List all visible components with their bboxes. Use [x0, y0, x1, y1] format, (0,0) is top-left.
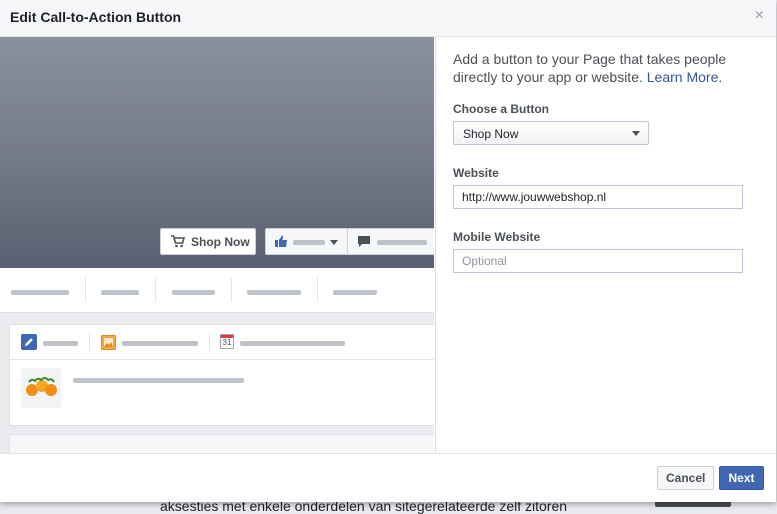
composer-tab-divider	[89, 333, 90, 351]
preview-cta-label: Shop Now	[191, 235, 250, 249]
mobile-website-label: Mobile Website	[453, 230, 541, 244]
button-type-value: Shop Now	[463, 127, 519, 141]
cta-form: Add a button to your Page that takes peo…	[435, 37, 776, 453]
composer-text-placeholder	[73, 378, 244, 383]
composer-tab-placeholder	[43, 341, 78, 346]
photo-icon	[101, 335, 116, 350]
pencil-icon	[21, 334, 37, 350]
message-label-placeholder	[377, 240, 427, 245]
mobile-website-input[interactable]	[453, 249, 743, 273]
page-preview: Shop Now 31	[0, 37, 434, 453]
composer-tab-placeholder	[240, 341, 345, 346]
next-card	[9, 434, 434, 453]
preview-shop-now-button: Shop Now	[160, 228, 256, 255]
like-divider	[347, 229, 348, 254]
nav-tab-placeholder	[172, 290, 215, 295]
page-nav-tabs	[0, 268, 434, 313]
calendar-day: 31	[222, 338, 232, 347]
button-type-select[interactable]: Shop Now	[453, 121, 649, 145]
select-caret-icon	[632, 131, 640, 136]
page-avatar-icon	[21, 368, 61, 408]
dialog-title: Edit Call-to-Action Button	[10, 9, 182, 25]
chevron-down-icon	[330, 240, 338, 245]
message-icon	[358, 236, 370, 247]
next-button[interactable]: Next	[719, 466, 764, 490]
nav-tab-placeholder	[101, 290, 139, 295]
website-label: Website	[453, 166, 499, 180]
cart-icon	[171, 235, 185, 248]
nav-divider	[231, 278, 232, 302]
nav-tab-placeholder	[11, 290, 69, 295]
composer-tab-placeholder	[122, 341, 198, 346]
like-label-placeholder	[293, 240, 325, 245]
nav-divider	[85, 278, 86, 302]
learn-more-link[interactable]: Learn More.	[647, 69, 722, 85]
post-composer: 31	[9, 324, 434, 426]
cta-dialog: Edit Call-to-Action Button × Shop Now 31…	[0, 0, 776, 502]
cancel-button[interactable]: Cancel	[657, 466, 714, 490]
nav-tab-placeholder	[247, 290, 301, 295]
composer-tabs: 31	[10, 325, 434, 360]
thumbs-up-icon	[275, 235, 287, 247]
nav-divider	[155, 278, 156, 302]
close-icon[interactable]: ×	[755, 8, 764, 24]
intro-text: Add a button to your Page that takes peo…	[453, 50, 763, 86]
dialog-footer: Cancel Next	[0, 453, 776, 502]
website-input[interactable]	[453, 185, 743, 209]
composer-tab-divider	[209, 333, 210, 351]
preview-like-message-buttons	[265, 228, 434, 255]
dialog-header: Edit Call-to-Action Button ×	[0, 0, 776, 37]
calendar-icon: 31	[220, 334, 234, 349]
choose-button-label: Choose a Button	[453, 102, 549, 116]
nav-divider	[317, 278, 318, 302]
nav-tab-placeholder	[333, 290, 377, 295]
